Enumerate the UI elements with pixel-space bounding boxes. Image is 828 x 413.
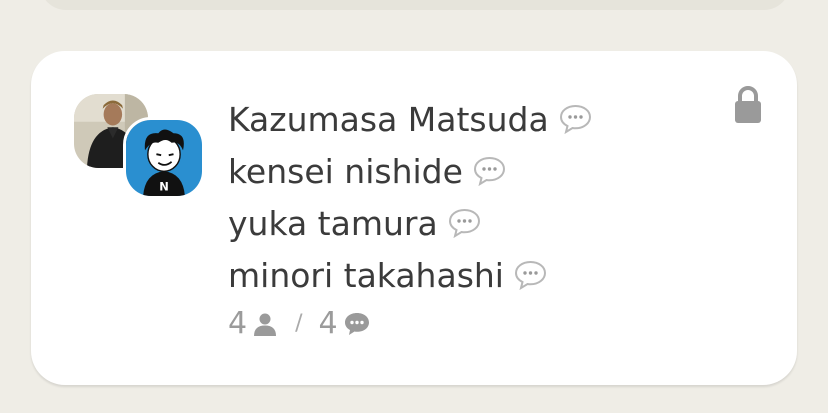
member-row[interactable]: Kazumasa Matsuda xyxy=(228,93,592,145)
comment-icon xyxy=(448,208,480,238)
comment-count: 4 xyxy=(318,306,338,341)
person-icon xyxy=(254,313,277,336)
avatar-illustration-image: N xyxy=(126,120,202,196)
svg-text:N: N xyxy=(159,179,169,193)
previous-card[interactable] xyxy=(40,0,790,10)
member-name: yuka tamura xyxy=(228,203,438,243)
member-name: Kazumasa Matsuda xyxy=(228,99,549,139)
member-row[interactable]: minori takahashi xyxy=(228,249,592,301)
avatar-illustration: N xyxy=(123,117,205,199)
lock-icon xyxy=(735,86,761,123)
member-name: minori takahashi xyxy=(228,255,504,295)
member-name: kensei nishide xyxy=(228,151,463,191)
member-list: Kazumasa Matsuda kensei nishide yuka tam… xyxy=(228,93,592,301)
member-count: 4 xyxy=(228,306,248,341)
comment-icon xyxy=(473,156,505,186)
chat-room-card[interactable]: N Kazumasa Matsuda kensei nishide yuka t… xyxy=(31,51,797,385)
comment-icon xyxy=(514,260,546,290)
comment-count-icon xyxy=(344,312,369,335)
member-row[interactable]: kensei nishide xyxy=(228,145,592,197)
stats-separator: / xyxy=(295,311,303,336)
member-row[interactable]: yuka tamura xyxy=(228,197,592,249)
comment-icon xyxy=(559,104,591,134)
room-stats: 4 / 4 xyxy=(228,306,370,341)
